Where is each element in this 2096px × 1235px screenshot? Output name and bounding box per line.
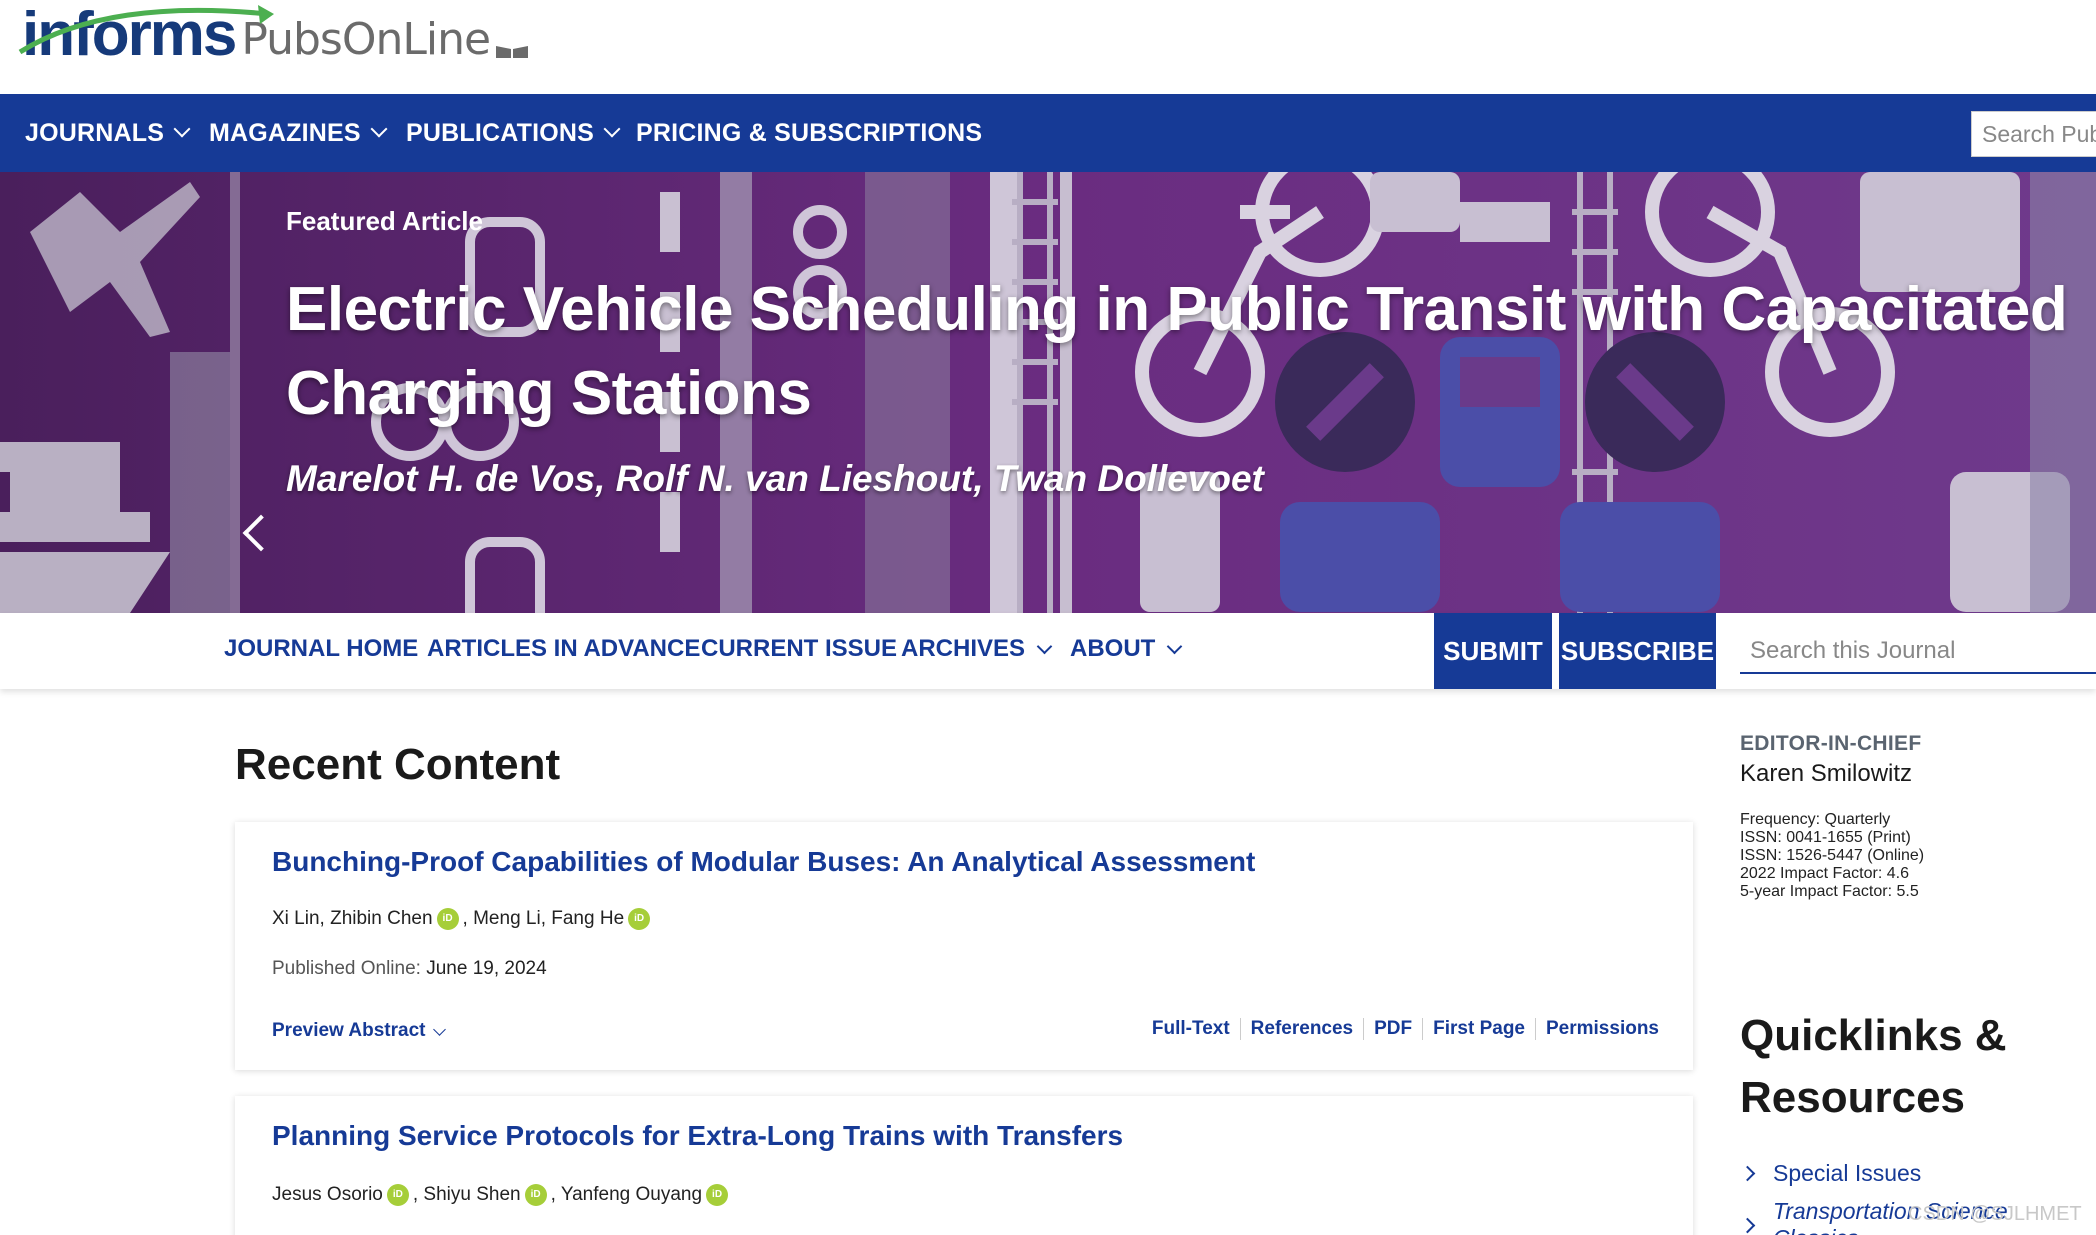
site-search-input[interactable]: Search Pub — [1971, 111, 2096, 157]
references-link[interactable]: References — [1239, 1018, 1363, 1040]
chevron-right-icon — [1739, 1217, 1756, 1233]
meta-impact-factor: 2022 Impact Factor: 4.6 — [1740, 865, 1924, 883]
about-label: ABOUT — [1070, 635, 1156, 662]
about-menu[interactable]: ABOUT — [1070, 613, 1183, 685]
book-icon — [496, 46, 529, 58]
first-page-link[interactable]: First Page — [1422, 1018, 1535, 1040]
author-names[interactable]: Jesus Osorio — [272, 1184, 383, 1206]
meta-key: ISSN: — [1740, 847, 1782, 864]
article-card: Bunching-Proof Capabilities of Modular B… — [235, 822, 1693, 1070]
chevron-right-icon — [1739, 1165, 1756, 1182]
meta-value: 0041-1655 (Print) — [1786, 829, 1911, 846]
meta-value: 5.5 — [1896, 883, 1919, 900]
chevron-down-icon — [370, 120, 388, 138]
preview-abstract-label: Preview Abstract — [272, 1020, 426, 1041]
pdf-link[interactable]: PDF — [1363, 1018, 1422, 1040]
nav-pricing-subscriptions[interactable]: PRICING & SUBSCRIPTIONS — [636, 94, 982, 172]
permissions-link[interactable]: Permissions — [1535, 1018, 1669, 1040]
editor-in-chief-label: EDITOR-IN-CHIEF — [1740, 732, 1922, 755]
main-navigation: JOURNALS MAGAZINES PUBLICATIONS PRICING … — [0, 94, 2096, 172]
article-authors: Xi Lin, Zhibin Chen iD , Meng Li, Fang H… — [272, 908, 654, 930]
article-authors: Jesus Osorio iD , Shiyu Shen iD , Yanfen… — [272, 1184, 732, 1206]
logo-swoosh-icon — [18, 5, 274, 55]
watermark: CSDN @SJLHMET — [1908, 1203, 2082, 1225]
articles-in-advance-label: ARTICLES IN ADVANCE — [427, 635, 701, 662]
nav-journals-label: JOURNALS — [25, 118, 165, 147]
archives-label: ARCHIVES — [901, 635, 1026, 662]
editor-in-chief-name: Karen Smilowitz — [1740, 760, 1913, 787]
nav-publications-label: PUBLICATIONS — [406, 118, 595, 147]
site-header: informs PubsOnLine — [0, 0, 2096, 94]
featured-article-authors: Marelot H. de Vos, Rolf N. van Lieshout,… — [286, 458, 1264, 499]
submit-button[interactable]: SUBMIT — [1434, 613, 1552, 689]
nav-magazines[interactable]: MAGAZINES — [209, 94, 388, 172]
meta-value: 1526-5447 (Online) — [1786, 847, 1925, 864]
published-online: Published Online: June 19, 2024 — [272, 958, 547, 980]
meta-frequency: Frequency: Quarterly — [1740, 811, 1924, 829]
meta-issn-online: ISSN: 1526-5447 (Online) — [1740, 847, 1924, 865]
orcid-icon[interactable]: iD — [706, 1184, 729, 1206]
orcid-icon[interactable]: iD — [386, 1184, 409, 1206]
featured-article-title[interactable]: Electric Vehicle Scheduling in Public Tr… — [286, 268, 2086, 436]
chevron-down-icon — [1167, 638, 1183, 654]
journal-search-input[interactable]: Search this Journal — [1740, 630, 2096, 674]
meta-value: 4.6 — [1886, 865, 1909, 882]
articles-in-advance-link[interactable]: ARTICLES IN ADVANCE — [427, 613, 700, 685]
meta-value: Quarterly — [1824, 811, 1891, 828]
published-label: Published Online: — [272, 958, 421, 979]
article-actions: Full-Text References PDF First Page Perm… — [1142, 1018, 1669, 1040]
meta-key: ISSN: — [1740, 829, 1782, 846]
full-text-link[interactable]: Full-Text — [1142, 1018, 1240, 1040]
quicklink-label: Special Issues — [1773, 1160, 1922, 1186]
meta-key: 5-year Impact Factor: — [1740, 883, 1893, 900]
orcid-icon[interactable]: iD — [436, 908, 459, 930]
nav-journals[interactable]: JOURNALS — [25, 94, 191, 172]
journal-home-label: JOURNAL HOME — [224, 635, 419, 662]
meta-issn-print: ISSN: 0041-1655 (Print) — [1740, 829, 1924, 847]
article-title-link[interactable]: Planning Service Protocols for Extra-Lon… — [272, 1120, 1123, 1152]
nav-magazines-label: MAGAZINES — [209, 118, 361, 147]
archives-menu[interactable]: ARCHIVES — [901, 613, 1053, 685]
author-names[interactable]: , Yanfeng Ouyang — [551, 1184, 702, 1206]
article-title-link[interactable]: Bunching-Proof Capabilities of Modular B… — [272, 846, 1255, 878]
editor-in-chief: EDITOR-IN-CHIEF Karen Smilowitz — [1740, 732, 1921, 788]
recent-content-heading: Recent Content — [235, 740, 561, 789]
chevron-down-icon — [173, 120, 191, 138]
orcid-icon[interactable]: iD — [524, 1184, 547, 1206]
orcid-icon[interactable]: iD — [628, 908, 651, 930]
author-names[interactable]: , Meng Li, Fang He — [463, 908, 625, 930]
chevron-down-icon — [433, 1022, 447, 1036]
meta-key: 2022 Impact Factor: — [1740, 865, 1883, 882]
journal-metadata: Frequency: Quarterly ISSN: 0041-1655 (Pr… — [1740, 811, 1924, 901]
meta-5yr-impact-factor: 5-year Impact Factor: 5.5 — [1740, 883, 1924, 901]
nav-pricing-label: PRICING & SUBSCRIPTIONS — [636, 118, 983, 147]
published-date: June 19, 2024 — [426, 958, 547, 979]
chevron-down-icon — [1036, 638, 1053, 654]
featured-article-kicker: Featured Article — [286, 206, 483, 236]
author-names[interactable]: , Shiyu Shen — [413, 1184, 521, 1206]
nav-publications[interactable]: PUBLICATIONS — [406, 94, 621, 172]
current-issue-link[interactable]: CURRENT ISSUE — [701, 613, 897, 685]
quicklinks-heading: Quicklinks & Resources — [1740, 1011, 2007, 1122]
journal-home-link[interactable]: JOURNAL HOME — [224, 613, 418, 685]
article-card: Planning Service Protocols for Extra-Lon… — [235, 1096, 1693, 1235]
preview-abstract-toggle[interactable]: Preview Abstract — [272, 1020, 447, 1042]
quicklink-special-issues[interactable]: Special Issues — [1739, 1160, 1922, 1187]
informs-pubsonline-logo[interactable]: informs PubsOnLine — [18, 4, 530, 66]
author-names[interactable]: Xi Lin, Zhibin Chen — [272, 908, 433, 930]
current-issue-label: CURRENT ISSUE — [701, 635, 898, 662]
subscribe-button[interactable]: SUBSCRIBE — [1559, 613, 1716, 689]
chevron-down-icon — [603, 120, 621, 138]
meta-key: Frequency: — [1740, 811, 1821, 828]
